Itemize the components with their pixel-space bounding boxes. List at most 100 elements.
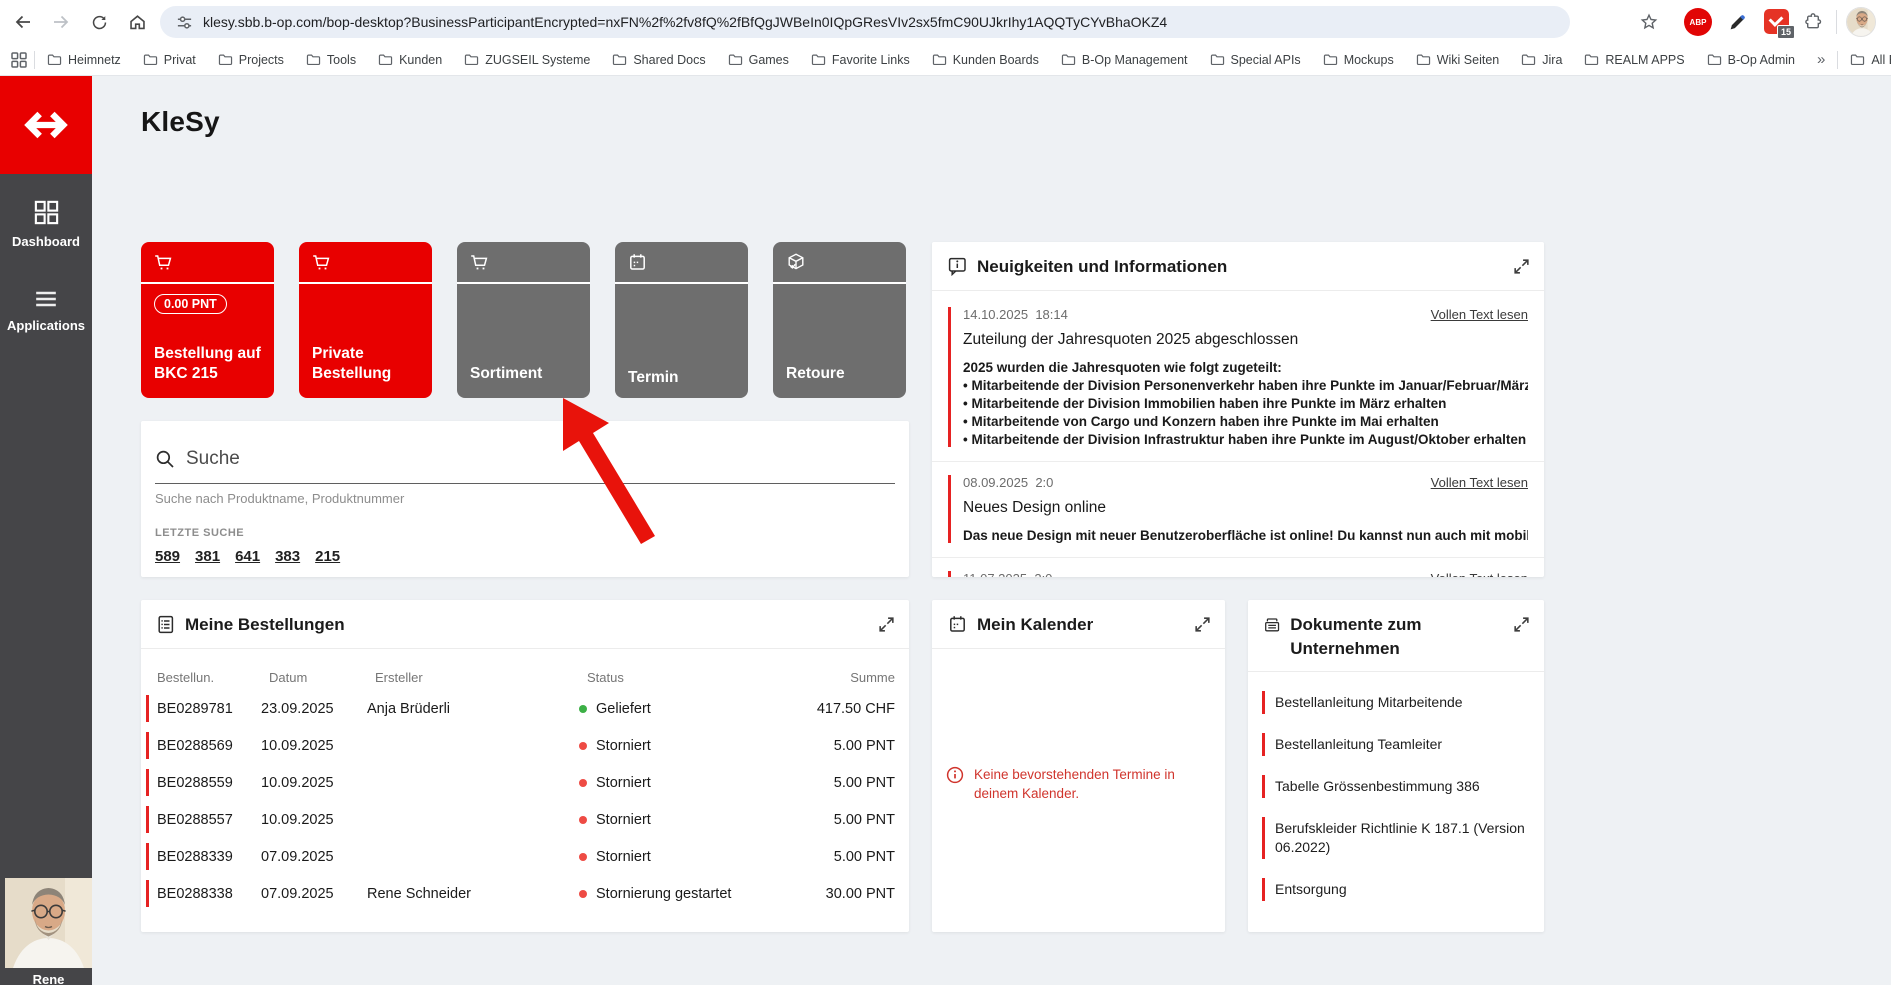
document-link[interactable]: Tabelle Grössenbestimmung 386 xyxy=(1262,775,1528,798)
folder-icon xyxy=(612,53,627,66)
status-dot xyxy=(579,705,587,713)
document-link[interactable]: Bestellanleitung Mitarbeitende xyxy=(1262,691,1528,714)
recent-search-link[interactable]: 215 xyxy=(315,548,340,565)
tile-sortiment[interactable]: Sortiment xyxy=(457,242,590,398)
calendar-card-title: Mein Kalender xyxy=(977,613,1093,636)
news-date: 14.10.2025 18:14 xyxy=(963,307,1068,322)
bookmark-item[interactable]: Privat xyxy=(143,53,196,67)
bookmark-item[interactable]: Shared Docs xyxy=(612,53,705,67)
folder-icon xyxy=(1521,53,1536,66)
folder-icon xyxy=(1707,53,1722,66)
sidebar-user[interactable]: Rene xyxy=(5,878,92,985)
search-underline xyxy=(155,483,895,484)
tile-termin[interactable]: Termin xyxy=(615,242,748,398)
expand-icon[interactable] xyxy=(1512,615,1531,634)
table-row[interactable]: BE028855910.09.2025 Storniert 5.00 PNT xyxy=(146,769,895,796)
extension-badge: 15 xyxy=(1777,25,1795,39)
bookmark-item[interactable]: Tools xyxy=(306,53,356,67)
bookmark-item[interactable]: Projects xyxy=(218,53,284,67)
bookmark-star-button[interactable] xyxy=(1634,7,1664,37)
bookmark-item[interactable]: Heimnetz xyxy=(47,53,121,67)
status-dot xyxy=(579,816,587,824)
sidebar-item-dashboard[interactable]: Dashboard xyxy=(0,200,92,249)
tile-header xyxy=(299,242,432,284)
bookmark-item[interactable]: Favorite Links xyxy=(811,53,910,67)
extensions-puzzle-icon[interactable] xyxy=(1798,7,1828,37)
expand-icon[interactable] xyxy=(877,615,896,634)
calendar-card: Mein Kalender Keine bevorstehenden Termi… xyxy=(932,600,1225,932)
status-cell: Storniert xyxy=(579,812,775,828)
forward-button[interactable] xyxy=(46,7,76,37)
folder-icon xyxy=(1323,53,1338,66)
tile-body: Termin xyxy=(615,284,748,396)
tile-retoure[interactable]: Retoure xyxy=(773,242,906,398)
bookmark-item[interactable]: ZUGSEIL Systeme xyxy=(464,53,590,67)
read-full-text-link[interactable]: Vollen Text lesen xyxy=(1431,475,1528,490)
news-item: 14.10.2025 18:14 Vollen Text lesen Zutei… xyxy=(948,307,1528,447)
folder-icon xyxy=(1584,53,1599,66)
adblock-extension-icon[interactable]: ABP xyxy=(1684,8,1712,36)
bookmark-item[interactable]: Kunden xyxy=(378,53,442,67)
search-input[interactable]: Suche xyxy=(155,448,895,470)
news-icon xyxy=(948,257,967,276)
table-row[interactable]: BE028855710.09.2025 Storniert 5.00 PNT xyxy=(146,806,895,833)
sidebar-item-applications[interactable]: Applications xyxy=(0,289,92,333)
bookmark-item[interactable]: Jira xyxy=(1521,53,1562,67)
reload-button[interactable] xyxy=(84,7,114,37)
documents-card-title: Dokumente zum Unternehmen xyxy=(1290,613,1500,661)
sidebar: Dashboard Applications Rene xyxy=(0,76,92,985)
bookmark-item[interactable]: Kunden Boards xyxy=(932,53,1039,67)
cart-icon xyxy=(470,254,489,271)
status-cell: Storniert xyxy=(579,775,775,791)
bookmarks-separator xyxy=(34,51,35,69)
back-button[interactable] xyxy=(8,7,38,37)
red-extension-icon[interactable]: 15 xyxy=(1764,9,1789,34)
table-row[interactable]: BE028856910.09.2025 Storniert 5.00 PNT xyxy=(146,732,895,759)
document-link[interactable]: Berufskleider Richtlinie K 187.1 (Versio… xyxy=(1262,817,1528,859)
documents-icon xyxy=(1264,616,1280,634)
read-full-text-link[interactable]: Vollen Text lesen xyxy=(1431,571,1528,577)
expand-icon[interactable] xyxy=(1193,615,1212,634)
browser-profile-avatar[interactable] xyxy=(1846,7,1876,37)
expand-icon[interactable] xyxy=(1512,257,1531,276)
calendar-empty-state: Keine bevorstehenden Termine in deinem K… xyxy=(946,765,1209,803)
pen-extension-icon[interactable] xyxy=(1722,7,1752,37)
bookmark-item[interactable]: Wiki Seiten xyxy=(1416,53,1500,67)
points-badge: 0.00 PNT xyxy=(154,294,227,314)
tile-private-bestellung[interactable]: PrivateBestellung xyxy=(299,242,432,398)
document-link[interactable]: Entsorgung xyxy=(1262,878,1528,901)
url-text[interactable]: klesy.sbb.b-op.com/bop-desktop?BusinessP… xyxy=(203,14,1554,30)
status-dot xyxy=(579,779,587,787)
sbb-logo[interactable] xyxy=(0,76,92,174)
toolbar-separator xyxy=(1836,10,1837,34)
address-bar[interactable]: klesy.sbb.b-op.com/bop-desktop?BusinessP… xyxy=(160,6,1570,38)
tile-body: PrivateBestellung xyxy=(299,284,432,396)
tile-bestellung-auf-bkc-215[interactable]: 0.00 PNT Bestellung aufBKC 215 xyxy=(141,242,274,398)
bookmark-item[interactable]: Games xyxy=(728,53,789,67)
read-full-text-link[interactable]: Vollen Text lesen xyxy=(1431,307,1528,322)
cart-icon xyxy=(312,254,331,271)
bookmarks-overflow-chevron[interactable]: » xyxy=(1817,51,1825,68)
tile-header xyxy=(457,242,590,284)
recent-search-link[interactable]: 381 xyxy=(195,548,220,565)
recent-search-link[interactable]: 589 xyxy=(155,548,180,565)
bookmark-item[interactable]: Mockups xyxy=(1323,53,1394,67)
table-row[interactable]: BE028833907.09.2025 Storniert 5.00 PNT xyxy=(146,843,895,870)
recent-search-link[interactable]: 641 xyxy=(235,548,260,565)
bookmark-item[interactable]: REALM APPS xyxy=(1584,53,1684,67)
tile-header xyxy=(615,242,748,284)
news-lead: Das neue Design mit neuer Benutzeroberfl… xyxy=(963,528,1528,543)
document-link[interactable]: Bestellanleitung Teamleiter xyxy=(1262,733,1528,756)
table-row[interactable]: BE028978123.09.2025Anja Brüderli Geliefe… xyxy=(146,695,895,722)
recent-search-link[interactable]: 383 xyxy=(275,548,300,565)
all-bookmarks-button[interactable]: All Bookmarks xyxy=(1850,53,1891,67)
bookmark-item[interactable]: B-Op Admin xyxy=(1707,53,1795,67)
apps-grid-icon[interactable] xyxy=(10,51,28,69)
folder-icon xyxy=(1850,53,1865,66)
table-row[interactable]: BE028833807.09.2025Rene Schneider Storni… xyxy=(146,880,895,907)
bookmark-item[interactable]: B-Op Management xyxy=(1061,53,1188,67)
site-info-icon[interactable] xyxy=(176,14,193,31)
bookmark-item[interactable]: Special APIs xyxy=(1210,53,1301,67)
tile-body: Sortiment xyxy=(457,284,590,396)
home-button[interactable] xyxy=(122,7,152,37)
